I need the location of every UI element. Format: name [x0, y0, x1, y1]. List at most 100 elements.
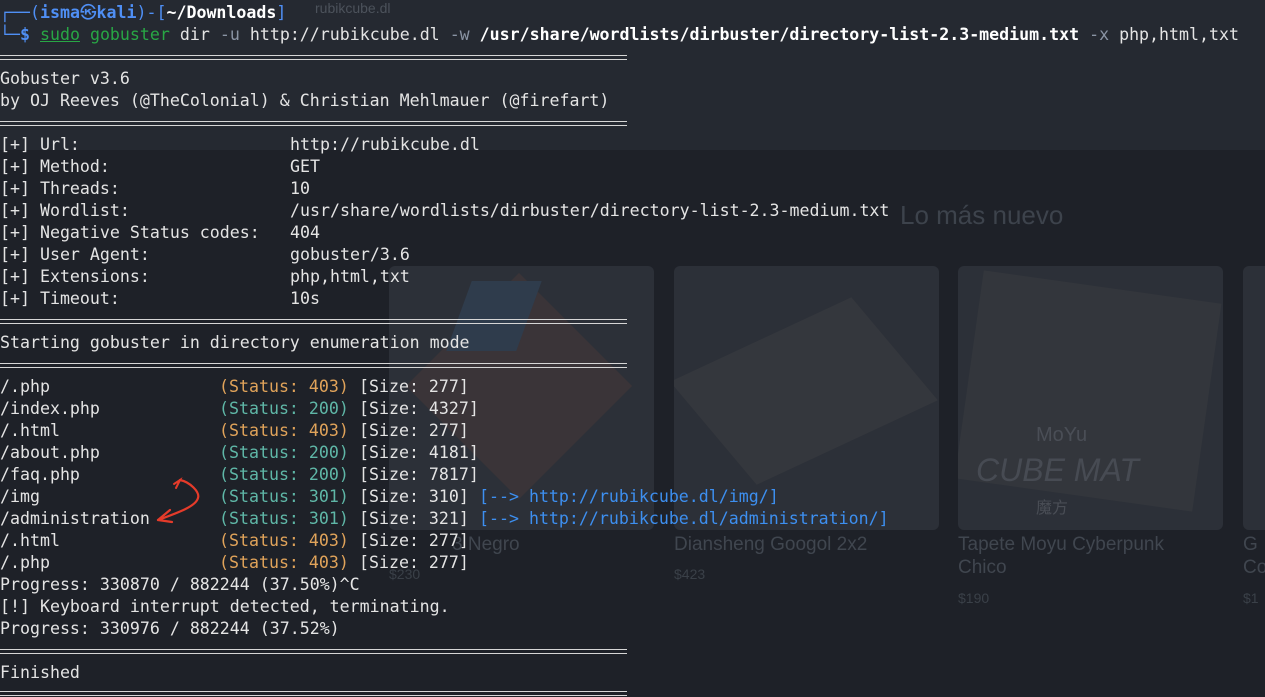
product-card[interactable]	[1243, 266, 1265, 530]
result-size: [Size: 310]	[359, 487, 469, 506]
config-row: [+] Timeout: 10s	[0, 288, 320, 310]
cmd-url: http://rubikcube.dl	[249, 25, 440, 44]
cube-image	[674, 297, 938, 485]
config-value: 10	[290, 179, 310, 198]
mat-logo-text: MoYu	[1036, 424, 1088, 446]
result-path: /img	[0, 487, 40, 506]
result-path: /.html	[0, 531, 60, 550]
product-name: Diansheng Googol 2x2	[674, 534, 868, 555]
result-status: (Status: 403)	[219, 531, 349, 550]
separator	[0, 121, 627, 126]
config-row: [+] Threads: 10	[0, 178, 310, 200]
result-size: [Size: 4181]	[359, 443, 479, 462]
separator	[0, 363, 627, 368]
result-path: /.php	[0, 553, 50, 572]
cmd-wordlist: /usr/share/wordlists/dirbuster/directory…	[479, 25, 1080, 44]
product-price: $1	[1243, 590, 1259, 606]
prompt-dollar: $	[19, 25, 30, 44]
prompt-decoration: )-[	[136, 3, 167, 22]
prompt-host: kali	[96, 3, 137, 22]
config-key: [+] Threads:	[0, 179, 120, 198]
config-value: GET	[290, 157, 320, 176]
result-redirect-link[interactable]: [--> http://rubikcube.dl/img/]	[479, 486, 779, 508]
result-row: /about.php (Status: 200) [Size: 4181]	[0, 442, 479, 464]
separator	[0, 319, 627, 324]
result-path: /administration	[0, 509, 150, 528]
finished-message: Finished	[0, 663, 80, 682]
prompt-line: ┌──(isma㉿kali)-[~/Downloads]	[0, 2, 286, 24]
product-price: $190	[958, 590, 990, 606]
product-card[interactable]: MoYu CUBE MAT 魔方	[958, 266, 1223, 530]
cmd-sudo: sudo	[39, 25, 80, 44]
result-path: /.php	[0, 377, 50, 396]
result-path: /about.php	[0, 443, 100, 462]
bg-tab-title: rubikcube.dl	[315, 0, 391, 16]
result-row: /index.php (Status: 200) [Size: 4327]	[0, 398, 479, 420]
config-row: [+] Method: GET	[0, 156, 320, 178]
result-status: (Status: 200)	[219, 399, 349, 418]
cmd-flag: -u	[219, 25, 240, 44]
command-line[interactable]: └─$ sudo gobuster dir -u http://rubikcub…	[0, 24, 1239, 46]
cmd-mode: dir	[179, 25, 210, 44]
result-path: /faq.php	[0, 465, 80, 484]
result-row: /faq.php (Status: 200) [Size: 7817]	[0, 464, 479, 486]
progress-line: Progress: 330870 / 882244 (37.50%)^C	[0, 575, 360, 594]
result-size: [Size: 277]	[359, 377, 469, 396]
product-name: Tapete Moyu Cyberpunk Chico	[958, 534, 1164, 578]
banner-version: Gobuster v3.6	[0, 69, 130, 88]
prompt-decoration: ]	[276, 3, 287, 22]
cmd-extensions: php,html,txt	[1119, 25, 1239, 44]
interrupt-message: [!] Keyboard interrupt detected, termina…	[0, 597, 450, 616]
result-size: [Size: 277]	[359, 421, 469, 440]
result-status: (Status: 200)	[219, 443, 349, 462]
result-redirect-link[interactable]: [--> http://rubikcube.dl/administration/…	[479, 508, 889, 530]
prompt-user: isma	[39, 3, 80, 22]
config-key: [+] Wordlist:	[0, 201, 130, 220]
config-value: 10s	[290, 289, 320, 308]
config-row: [+] User Agent: gobuster/3.6	[0, 244, 410, 266]
result-size: [Size: 277]	[359, 553, 469, 572]
result-row: /.html (Status: 403) [Size: 277]	[0, 420, 469, 442]
config-value: php,html,txt	[290, 267, 410, 286]
config-value: gobuster/3.6	[290, 245, 410, 264]
result-status: (Status: 301)	[219, 509, 349, 528]
product-price: $423	[674, 566, 706, 582]
prompt-decoration: └─	[0, 25, 20, 44]
result-status: (Status: 403)	[219, 421, 349, 440]
prompt-decoration: ┌──(	[0, 3, 40, 22]
config-key: [+] Negative Status codes:	[0, 223, 260, 242]
mat-logo-text: CUBE MAT	[976, 452, 1139, 488]
config-row: [+] Extensions: php,html,txt	[0, 266, 410, 288]
config-value: /usr/share/wordlists/dirbuster/directory…	[290, 201, 890, 220]
banner-authors: by OJ Reeves (@TheColonial) & Christian …	[0, 91, 610, 110]
config-key: [+] Extensions:	[0, 267, 150, 286]
result-status: (Status: 200)	[219, 465, 349, 484]
cmd-flag: -w	[449, 25, 470, 44]
config-value: http://rubikcube.dl	[290, 135, 480, 154]
config-key: [+] Timeout:	[0, 289, 120, 308]
separator	[0, 691, 627, 696]
product-name: G Co	[1243, 534, 1265, 578]
result-row: /.php (Status: 403) [Size: 277]	[0, 552, 469, 574]
result-row: /img (Status: 301) [Size: 310] [--> http://…	[0, 486, 779, 508]
config-row: [+] Url: http://rubikcube.dl	[0, 134, 480, 156]
separator	[0, 649, 627, 654]
red-arrow-annotation-icon	[156, 477, 200, 524]
config-key: [+] Method:	[0, 157, 110, 176]
result-status: (Status: 403)	[219, 377, 349, 396]
separator	[0, 55, 627, 60]
config-row: [+] Wordlist: /usr/share/wordlists/dirbus…	[0, 200, 889, 222]
config-value: 404	[290, 223, 320, 242]
result-row: /.html (Status: 403) [Size: 277]	[0, 530, 469, 552]
mat-logo-text: 魔方	[1036, 498, 1069, 517]
result-path: /.html	[0, 421, 60, 440]
result-size: [Size: 7817]	[359, 465, 479, 484]
result-status: (Status: 403)	[219, 553, 349, 572]
result-size: [Size: 321]	[359, 509, 469, 528]
result-row: /.php (Status: 403) [Size: 277]	[0, 376, 469, 398]
config-key: [+] User Agent:	[0, 245, 150, 264]
result-path: /index.php	[0, 399, 100, 418]
start-message: Starting gobuster in directory enumerati…	[0, 333, 470, 352]
result-size: [Size: 277]	[359, 531, 469, 550]
bg-section-title: Lo más nuevo	[900, 200, 1064, 230]
